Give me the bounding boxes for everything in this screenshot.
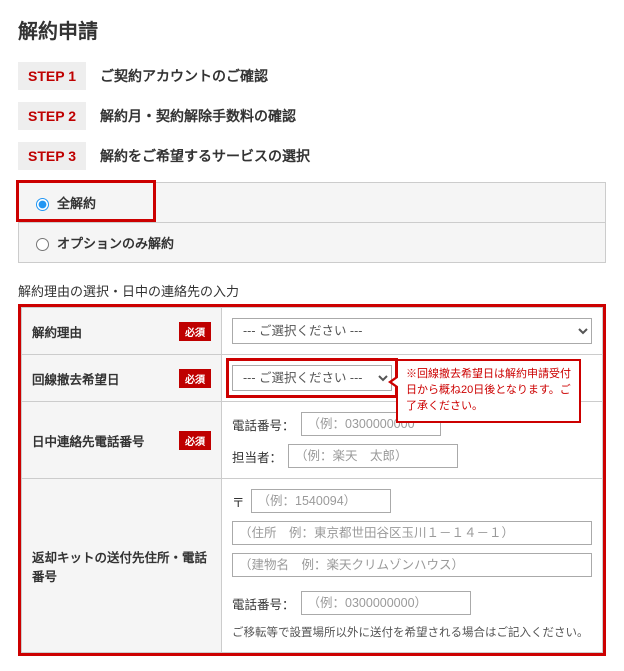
radio-full-cancel[interactable]: [36, 198, 49, 211]
return-phone-input[interactable]: [301, 591, 471, 615]
zip-input[interactable]: [251, 489, 391, 513]
step-row-1: STEP 1 ご契約アカウントのご確認: [18, 62, 606, 90]
return-phone-label: 電話番号：: [232, 594, 295, 613]
option-only-cancel-label: オプションのみ解約: [57, 233, 174, 252]
page-title: 解約申請: [18, 15, 606, 44]
required-badge: 必須: [179, 431, 211, 450]
removal-date-callout: ※回線撤去希望日は解約申請受付日から概ね20日後となります。ご了承ください。: [396, 359, 581, 423]
row-reason-label-text: 解約理由: [32, 326, 82, 340]
service-option-group: 全解約 オプションのみ解約: [18, 182, 606, 263]
step-row-3: STEP 3 解約をご希望するサービスの選択: [18, 142, 606, 170]
form-highlight: 解約理由 必須 --- ご選択ください --- 回線撤去希望日 必須 --- ご…: [18, 304, 606, 656]
step-badge: STEP 3: [18, 142, 86, 170]
phone-label: 電話番号：: [232, 415, 295, 434]
row-removal-date-label: 回線撤去希望日 必須: [22, 355, 222, 402]
row-return-kit-label: 返却キットの送付先住所・電話番号: [22, 479, 222, 653]
required-badge: 必須: [179, 322, 211, 341]
address-input[interactable]: [232, 521, 592, 545]
row-day-phone-label-text: 日中連絡先電話番号: [32, 435, 145, 449]
option-full-cancel-label: 全解約: [57, 193, 96, 212]
removal-date-select[interactable]: --- ご選択ください ---: [232, 365, 392, 391]
row-return-kit-label-text: 返却キットの送付先住所・電話番号: [32, 551, 207, 584]
step-badge: STEP 2: [18, 102, 86, 130]
step-label: 解約月・契約解除手数料の確認: [100, 106, 296, 126]
radio-option-only[interactable]: [36, 238, 49, 251]
step-label: 解約をご希望するサービスの選択: [100, 146, 310, 166]
step-label: ご契約アカウントのご確認: [100, 66, 268, 86]
return-kit-note: ご移転等で設置場所以外に送付を希望される場合はご記入ください。: [232, 625, 592, 642]
subsection-title: 解約理由の選択・日中の連絡先の入力: [18, 281, 606, 300]
building-input[interactable]: [232, 553, 592, 577]
reason-select[interactable]: --- ご選択ください ---: [232, 318, 592, 344]
required-badge: 必須: [179, 369, 211, 388]
person-label: 担当者：: [232, 447, 282, 466]
row-day-phone-label: 日中連絡先電話番号 必須: [22, 402, 222, 479]
option-only-cancel[interactable]: オプションのみ解約: [19, 223, 605, 263]
step-badge: STEP 1: [18, 62, 86, 90]
zip-prefix: 〒: [232, 492, 245, 511]
option-full-cancel[interactable]: 全解約: [19, 183, 605, 223]
step-row-2: STEP 2 解約月・契約解除手数料の確認: [18, 102, 606, 130]
row-removal-date-label-text: 回線撤去希望日: [32, 373, 120, 387]
row-reason-label: 解約理由 必須: [22, 308, 222, 355]
day-person-input[interactable]: [288, 444, 458, 468]
